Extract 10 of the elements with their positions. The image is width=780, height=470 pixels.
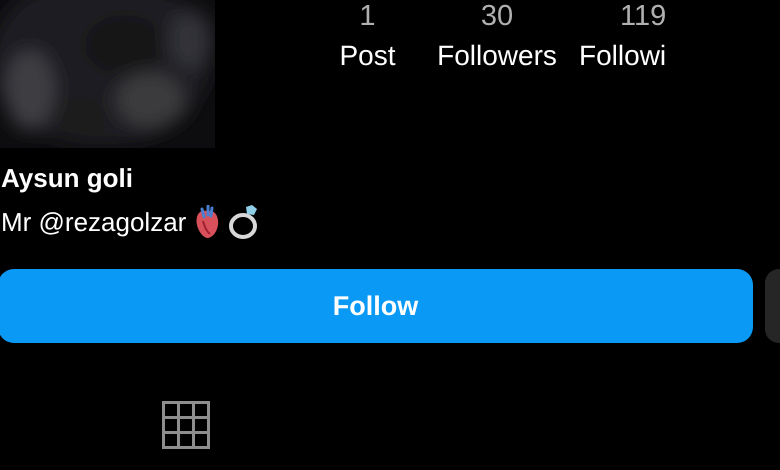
stat-count: 30 bbox=[480, 1, 514, 31]
stat-count: 119 bbox=[620, 1, 666, 31]
stat-label[interactable]: Followi bbox=[579, 40, 666, 72]
stat-label[interactable]: Followers bbox=[437, 40, 557, 72]
stat-count: 1 bbox=[359, 1, 376, 31]
profile-name: Aysun goli bbox=[1, 162, 133, 194]
profile-bio: Mr @rezagolzar bbox=[1, 206, 186, 238]
grid-icon[interactable] bbox=[162, 401, 210, 449]
anatomical-heart-icon bbox=[194, 205, 220, 239]
stat-label[interactable]: Post bbox=[339, 40, 396, 72]
